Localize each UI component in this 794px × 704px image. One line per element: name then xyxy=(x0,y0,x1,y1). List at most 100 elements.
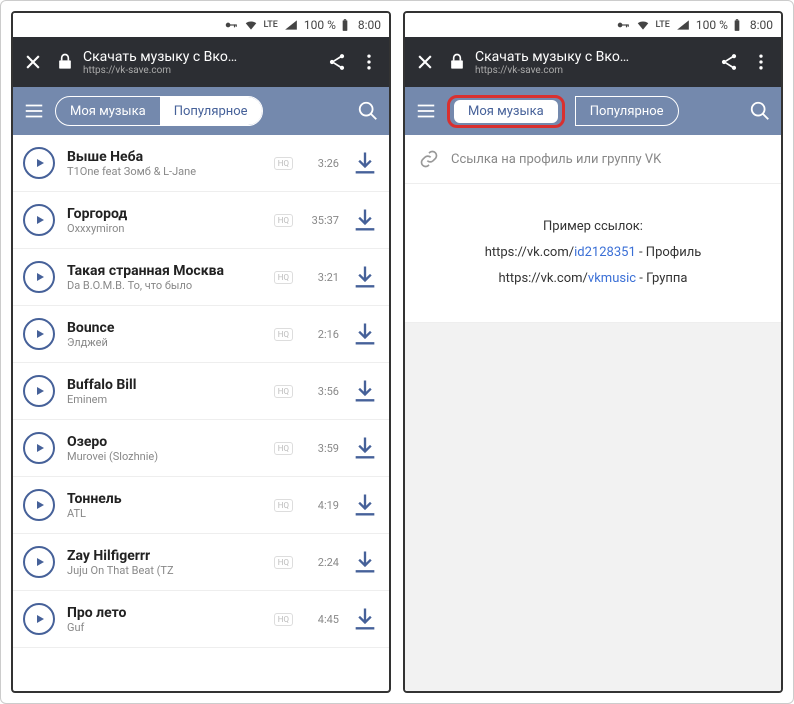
play-button[interactable] xyxy=(23,603,55,635)
track-row[interactable]: Озеро Murovei (Slozhnie) HQ 3:59 xyxy=(13,420,389,477)
tab-my-music[interactable]: Моя музыка xyxy=(454,100,558,123)
download-button[interactable] xyxy=(351,263,379,291)
hq-badge: HQ xyxy=(274,157,293,170)
wifi-icon xyxy=(244,18,258,32)
battery: 100 % xyxy=(304,18,352,32)
link-input[interactable]: Ссылка на профиль или группу VK xyxy=(451,152,767,167)
close-icon[interactable] xyxy=(23,52,43,72)
play-button[interactable] xyxy=(23,546,55,578)
page-url: https://vk-save.com xyxy=(475,65,629,76)
example-profile-link[interactable]: id2128351 xyxy=(574,245,636,260)
lock-icon xyxy=(55,52,75,72)
play-button[interactable] xyxy=(23,318,55,350)
track-name: Zay Hilfigerrr xyxy=(67,548,262,564)
battery: 100 % xyxy=(696,18,744,32)
tabs-pill-popular: Популярное xyxy=(575,96,679,126)
key-icon xyxy=(616,18,630,32)
example-group-link[interactable]: vkmusic xyxy=(588,271,636,286)
track-row[interactable]: Такая странная Москва Da B.O.M.B. То, чт… xyxy=(13,249,389,306)
track-duration: 35:37 xyxy=(305,214,339,227)
hq-badge: HQ xyxy=(274,556,293,569)
link-icon xyxy=(419,149,439,169)
track-name: Про лето xyxy=(67,605,262,621)
tabs-pill: Моя музыка Популярное xyxy=(55,96,263,126)
track-duration: 3:21 xyxy=(305,271,339,284)
download-button[interactable] xyxy=(351,491,379,519)
track-name: Горгород xyxy=(67,206,262,222)
tab-popular[interactable]: Популярное xyxy=(576,97,678,125)
page-title: Скачать музыку с Вко… xyxy=(83,49,237,65)
track-duration: 2:16 xyxy=(305,328,339,341)
signal-icon xyxy=(676,18,690,32)
download-button[interactable] xyxy=(351,206,379,234)
example-profile: https://vk.com/id2128351 - Профиль xyxy=(419,240,767,266)
track-row[interactable]: Тоннель ATL HQ 4:19 xyxy=(13,477,389,534)
hq-badge: HQ xyxy=(274,328,293,341)
track-row[interactable]: Bounce Элджей HQ 2:16 xyxy=(13,306,389,363)
hamburger-icon[interactable] xyxy=(23,100,45,122)
tab-popular[interactable]: Популярное xyxy=(160,97,262,125)
track-artist: Murovei (Slozhnie) xyxy=(67,450,262,463)
track-list: Выше Неба T1One feat Зомб & L-Jane HQ 3:… xyxy=(13,135,389,691)
example-group: https://vk.com/vkmusic - Группа xyxy=(419,266,767,292)
browser-toolbar: Скачать музыку с Вко… https://vk-save.co… xyxy=(13,37,389,87)
status-bar: LTE 100 % 8:00 xyxy=(13,13,389,37)
tabs-bar: Моя музыка Популярное xyxy=(13,87,389,135)
track-artist: Oxxxymiron xyxy=(67,222,262,235)
track-name: Bounce xyxy=(67,320,262,336)
track-artist: Juju On That Beat (TZ xyxy=(67,564,262,577)
track-row[interactable]: Выше Неба T1One feat Зомб & L-Jane HQ 3:… xyxy=(13,135,389,192)
download-button[interactable] xyxy=(351,320,379,348)
close-icon[interactable] xyxy=(415,52,435,72)
download-button[interactable] xyxy=(351,605,379,633)
track-row[interactable]: Горгород Oxxxymiron HQ 35:37 xyxy=(13,192,389,249)
hq-badge: HQ xyxy=(274,499,293,512)
download-button[interactable] xyxy=(351,377,379,405)
share-icon[interactable] xyxy=(719,52,739,72)
examples-block: Пример ссылок: https://vk.com/id2128351 … xyxy=(405,184,781,323)
play-button[interactable] xyxy=(23,489,55,521)
play-button[interactable] xyxy=(23,147,55,179)
search-icon[interactable] xyxy=(357,100,379,122)
link-input-row: Ссылка на профиль или группу VK xyxy=(405,135,781,184)
track-row[interactable]: Buffalo Bill Eminem HQ 3:56 xyxy=(13,363,389,420)
tab-my-music[interactable]: Моя музыка xyxy=(56,97,160,125)
battery-icon xyxy=(338,18,352,32)
track-duration: 4:19 xyxy=(305,499,339,512)
highlighted-tab: Моя музыка xyxy=(447,95,565,128)
play-button[interactable] xyxy=(23,204,55,236)
hq-badge: HQ xyxy=(274,385,293,398)
hq-badge: HQ xyxy=(274,613,293,626)
track-artist: ATL xyxy=(67,507,262,520)
track-row[interactable]: Zay Hilfigerrr Juju On That Beat (TZ HQ … xyxy=(13,534,389,591)
track-name: Такая странная Москва xyxy=(67,263,262,279)
menu-dots-icon[interactable] xyxy=(359,52,379,72)
track-name: Buffalo Bill xyxy=(67,377,262,393)
track-row[interactable]: Про лето Guf HQ 4:45 xyxy=(13,591,389,648)
page-title: Скачать музыку с Вко… xyxy=(475,49,629,65)
menu-dots-icon[interactable] xyxy=(751,52,771,72)
hq-badge: HQ xyxy=(274,214,293,227)
hamburger-icon[interactable] xyxy=(415,100,437,122)
lock-icon xyxy=(447,52,467,72)
track-name: Тоннель xyxy=(67,491,262,507)
download-button[interactable] xyxy=(351,548,379,576)
empty-area xyxy=(405,323,781,691)
play-button[interactable] xyxy=(23,375,55,407)
play-button[interactable] xyxy=(23,261,55,293)
browser-toolbar: Скачать музыку с Вко… https://vk-save.co… xyxy=(405,37,781,87)
track-duration: 3:56 xyxy=(305,385,339,398)
lte-label: LTE xyxy=(656,21,670,30)
track-name: Выше Неба xyxy=(67,149,262,165)
share-icon[interactable] xyxy=(327,52,347,72)
download-button[interactable] xyxy=(351,149,379,177)
key-icon xyxy=(224,18,238,32)
track-duration: 3:59 xyxy=(305,442,339,455)
play-button[interactable] xyxy=(23,432,55,464)
download-button[interactable] xyxy=(351,434,379,462)
search-icon[interactable] xyxy=(749,100,771,122)
track-duration: 2:24 xyxy=(305,556,339,569)
wifi-icon xyxy=(636,18,650,32)
phone-right: LTE 100 % 8:00 Скачать музыку с Вко… htt… xyxy=(403,11,783,693)
phone-left: LTE 100 % 8:00 Скачать музыку с Вко… htt… xyxy=(11,11,391,693)
